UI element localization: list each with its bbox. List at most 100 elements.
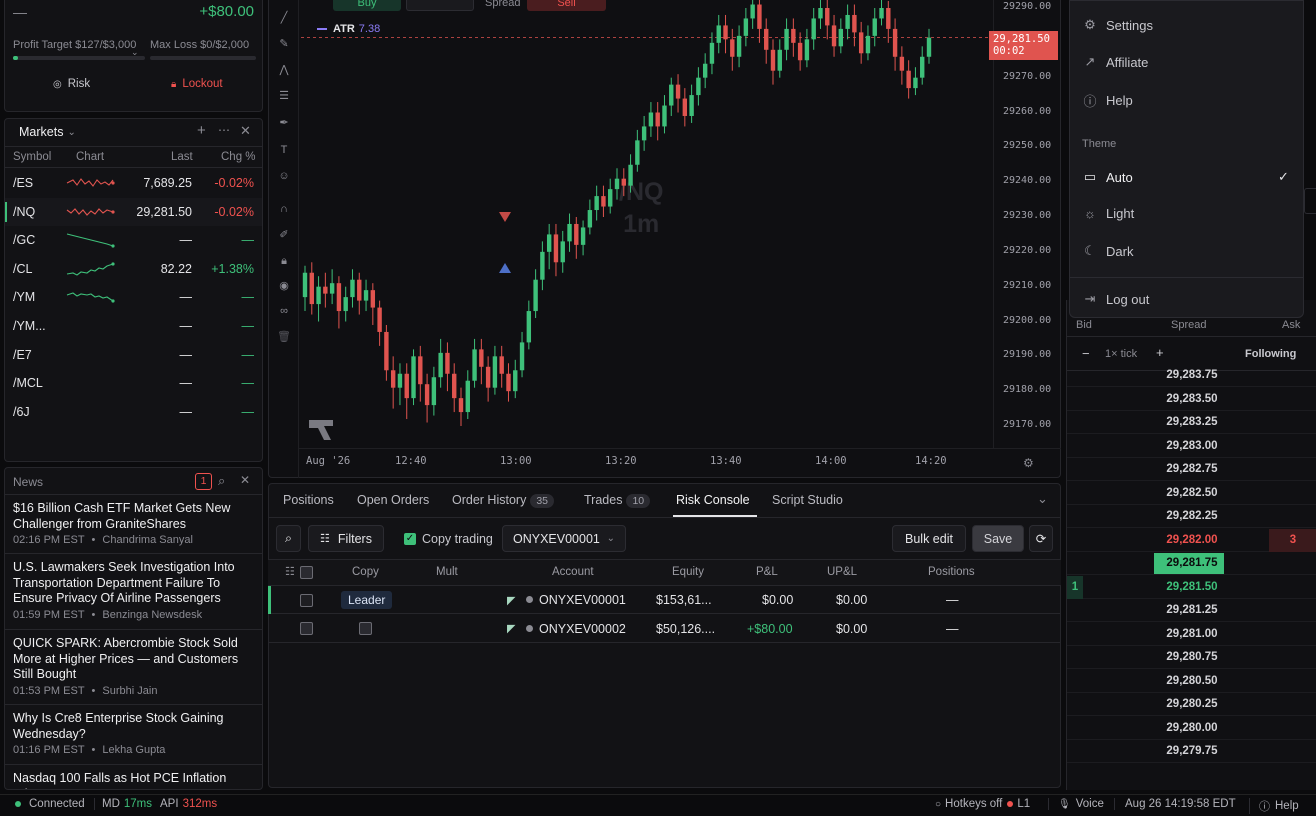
filters-button[interactable]: ☷ Filters bbox=[308, 525, 384, 552]
voice-toggle[interactable]: 🎙︎ Voice bbox=[1048, 798, 1104, 810]
price-axis[interactable] bbox=[993, 0, 1061, 448]
pattern-tool-icon[interactable]: ⋀ bbox=[277, 63, 291, 77]
refresh-button[interactable]: ⟳ bbox=[1029, 525, 1053, 552]
chevron-down-icon[interactable]: ⌄ bbox=[1037, 491, 1048, 507]
dom-price-row[interactable]: 29,283.25 bbox=[1067, 411, 1316, 434]
dom-price-row[interactable]: 29,281.25 bbox=[1067, 599, 1316, 622]
news-item[interactable]: Why Is Cre8 Enterprise Stock Gaining Wed… bbox=[5, 705, 262, 765]
help-link[interactable]: ⓘ Help bbox=[1249, 798, 1299, 814]
sell-fill-marker[interactable] bbox=[499, 212, 511, 222]
emoji-tool-icon[interactable]: ☺ bbox=[277, 169, 291, 183]
news-item[interactable]: $16 Billion Cash ETF Market Gets New Cha… bbox=[5, 495, 262, 554]
menu-affiliate[interactable]: ↗ Affiliate bbox=[1082, 54, 1149, 70]
copy-trading-toggle[interactable]: ✓ Copy trading bbox=[404, 532, 493, 546]
more-icon[interactable]: ⋯ bbox=[218, 123, 230, 137]
row-checkbox[interactable] bbox=[300, 594, 313, 607]
trash-icon[interactable]: 🗑︎ bbox=[277, 330, 291, 344]
dom-price-row[interactable]: 29,283.75 bbox=[1067, 364, 1316, 387]
news-badge[interactable]: 1 bbox=[195, 473, 212, 490]
tab-trades[interactable]: Trades 10 bbox=[584, 493, 651, 508]
dom-price-row[interactable]: 29,282.75 bbox=[1067, 458, 1316, 481]
account-name[interactable]: ONYXEV00002 bbox=[539, 622, 626, 636]
news-item[interactable]: Nasdaq 100 Falls as Hot PCE Inflation St… bbox=[5, 765, 262, 789]
close-icon[interactable]: ✕ bbox=[240, 473, 250, 487]
dom-price-row[interactable]: 29,282.50 bbox=[1067, 482, 1316, 505]
tab-risk-console[interactable]: Risk Console bbox=[676, 493, 750, 507]
save-button[interactable]: Save bbox=[972, 525, 1024, 552]
header-chart[interactable]: Chart bbox=[76, 151, 104, 163]
pencil-icon[interactable]: ✐ bbox=[277, 228, 291, 242]
hotkeys-toggle[interactable]: ○ Hotkeys off L1 bbox=[935, 798, 1030, 810]
dom-price-row[interactable]: 29,283.50 bbox=[1067, 388, 1316, 411]
dom-price-row[interactable]: 29,283.00 bbox=[1067, 435, 1316, 458]
row-checkbox[interactable] bbox=[300, 622, 313, 635]
markets-title-dropdown[interactable]: Markets ⌄ bbox=[19, 125, 76, 139]
close-icon[interactable]: ✕ bbox=[240, 123, 251, 139]
settings-gear-icon[interactable]: ⚙ bbox=[1023, 456, 1034, 470]
menu-theme-auto[interactable]: ▭ Auto bbox=[1082, 169, 1133, 185]
bulk-edit-button[interactable]: Bulk edit bbox=[892, 525, 966, 552]
add-icon[interactable]: + bbox=[197, 122, 206, 139]
risk-button[interactable]: ◎ Risk bbox=[53, 78, 90, 90]
menu-logout[interactable]: ⇥ Log out bbox=[1082, 291, 1150, 307]
market-row-e7[interactable]: /E7 — — bbox=[5, 341, 262, 369]
header-positions[interactable]: Positions bbox=[928, 566, 975, 578]
header-pl[interactable]: P&L bbox=[756, 566, 778, 578]
chevron-down-icon[interactable]: ⌄ bbox=[131, 47, 139, 58]
news-item[interactable]: QUICK SPARK: Abercrombie Stock Sold More… bbox=[5, 630, 262, 705]
eye-icon[interactable]: ◉ bbox=[277, 279, 291, 293]
brush-tool-icon[interactable]: ✎ bbox=[277, 37, 291, 51]
market-row-cl[interactable]: /CL 82.22 +1.38% bbox=[5, 255, 262, 283]
column-settings-icon[interactable]: ☷ bbox=[285, 565, 295, 578]
account-name[interactable]: ONYXEV00001 bbox=[539, 593, 626, 607]
checkbox-icon[interactable]: ✓ bbox=[404, 533, 416, 545]
tab-open-orders[interactable]: Open Orders bbox=[357, 493, 429, 507]
market-row-es[interactable]: /ES 7,689.25 -0.02% bbox=[5, 169, 262, 197]
magnet-icon[interactable]: ∩ bbox=[277, 202, 291, 216]
market-row-ym[interactable]: /YM... — — bbox=[5, 312, 262, 340]
dom-price-row[interactable]: 29,280.00 bbox=[1067, 717, 1316, 740]
dom-price-row[interactable]: 29,282.25 bbox=[1067, 505, 1316, 528]
header-chg[interactable]: Chg % bbox=[221, 151, 256, 163]
copy-checkbox[interactable] bbox=[359, 622, 372, 635]
select-all-checkbox[interactable] bbox=[300, 566, 313, 579]
market-row-6j[interactable]: /6J — — bbox=[5, 398, 262, 426]
account-select[interactable]: ONYXEV00001 ⌄ bbox=[502, 525, 626, 552]
menu-theme-light[interactable]: ☼ Light bbox=[1082, 206, 1134, 221]
dom-price-row[interactable]: 29,279.75 bbox=[1067, 740, 1316, 763]
connection-status[interactable]: Connected bbox=[15, 798, 85, 810]
search-button[interactable]: ⌕ bbox=[276, 525, 301, 552]
header-copy[interactable]: Copy bbox=[352, 566, 379, 578]
header-upl[interactable]: UP&L bbox=[827, 566, 857, 578]
line-tool-icon[interactable]: ╱ bbox=[277, 11, 291, 25]
tick-decrease-button[interactable]: − bbox=[1082, 346, 1090, 361]
dom-price-row[interactable]: 1 29,281.50 bbox=[1067, 575, 1316, 599]
tick-increase-button[interactable]: + bbox=[1156, 345, 1164, 360]
menu-settings[interactable]: ⚙ Settings bbox=[1082, 17, 1153, 33]
chart-panel[interactable]: ╱ ✎ ⋀ ☰ ✒ T ☺ ∩ ✐ 🔒︎ ◉ ∞ 🗑︎ Buy Spread S… bbox=[268, 0, 1061, 478]
market-row-nq[interactable]: /NQ 29,281.50 -0.02% bbox=[5, 197, 262, 226]
search-icon[interactable]: ⌕ bbox=[218, 473, 225, 489]
header-account[interactable]: Account bbox=[552, 566, 594, 578]
lockout-button[interactable]: 🔒︎ Lockout bbox=[171, 78, 223, 90]
market-row-mcl[interactable]: /MCL — — bbox=[5, 369, 262, 397]
link-icon[interactable]: ∞ bbox=[277, 304, 291, 318]
header-last[interactable]: Last bbox=[171, 151, 193, 163]
following-toggle[interactable]: Following bbox=[1245, 348, 1296, 360]
dom-price-row[interactable]: 29,280.75 bbox=[1067, 646, 1316, 669]
lock-icon[interactable]: 🔒︎ bbox=[277, 254, 291, 268]
tab-order-history[interactable]: Order History 35 bbox=[452, 493, 555, 508]
dom-price-row[interactable]: 29,281.00 bbox=[1067, 623, 1316, 646]
news-item[interactable]: U.S. Lawmakers Seek Investigation Into T… bbox=[5, 554, 262, 630]
dom-price-row[interactable]: 3 29,282.00 bbox=[1067, 528, 1316, 552]
market-row-gc[interactable]: /GC — — bbox=[5, 226, 262, 254]
header-symbol[interactable]: Symbol bbox=[13, 151, 51, 163]
dom-ladder[interactable]: Bid Spread Ask − 1× tick + Following 29,… bbox=[1066, 300, 1316, 790]
fib-tool-icon[interactable]: ☰ bbox=[277, 89, 291, 103]
dom-price-row[interactable]: 29,280.50 bbox=[1067, 670, 1316, 693]
header-mult[interactable]: Mult bbox=[436, 566, 458, 578]
text-tool-icon[interactable]: T bbox=[277, 143, 291, 157]
menu-theme-dark[interactable]: ☾ Dark bbox=[1082, 243, 1133, 259]
dom-price-row[interactable]: 29,281.75 bbox=[1067, 552, 1316, 575]
candlestick-plot[interactable] bbox=[301, 0, 993, 448]
